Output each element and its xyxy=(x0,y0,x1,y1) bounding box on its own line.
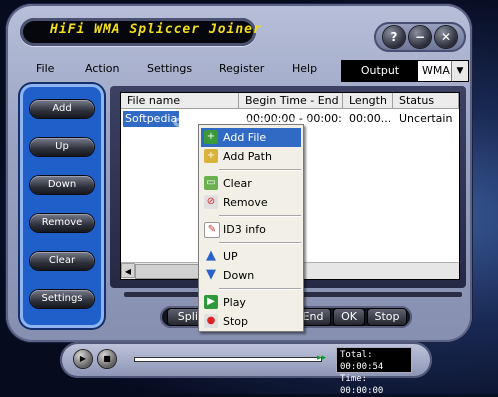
menu-item-label: UP xyxy=(223,250,238,263)
menu-item-add-path[interactable]: + Add Path xyxy=(201,147,301,166)
menu-file[interactable]: File xyxy=(36,62,54,75)
column-header-length[interactable]: Length xyxy=(343,93,393,109)
menu-item-label: Add Path xyxy=(223,150,272,163)
output-format-select[interactable]: Output Format: WMA ▼ xyxy=(341,60,469,97)
output-format-label: Output Format: xyxy=(342,61,418,97)
down-button[interactable]: Down xyxy=(30,176,94,194)
menu-action[interactable]: Action xyxy=(85,62,119,75)
arrow-down-icon: ▼ xyxy=(206,267,216,282)
time-value: 00:00:00 xyxy=(340,386,384,396)
menu-item-up[interactable]: ▲ UP xyxy=(201,247,301,266)
menu-item-id3-info[interactable]: ✎ ID3 info xyxy=(201,220,301,239)
add-button[interactable]: Add xyxy=(30,100,94,118)
seek-end-icon: ▸▸ xyxy=(317,353,327,363)
cell-file-name: Softpedia xyxy=(123,111,180,127)
total-value: 00:00:54 xyxy=(340,362,384,372)
menu-separator xyxy=(219,288,301,290)
menu-separator xyxy=(219,169,301,171)
menu-help[interactable]: Help xyxy=(292,62,317,75)
column-header-time[interactable]: Begin Time - End xyxy=(239,93,343,109)
menu-separator xyxy=(219,242,301,244)
scroll-left-icon[interactable]: ◀ xyxy=(121,263,135,278)
menu-item-label: Remove xyxy=(223,196,268,209)
help-icon[interactable]: ? xyxy=(383,26,405,48)
context-menu: + Add File + Add Path ▭ Clear ⊘ Remove ✎… xyxy=(198,124,304,332)
menu-item-play[interactable]: ▶ Play xyxy=(201,293,301,312)
menu-item-clear[interactable]: ▭ Clear xyxy=(201,174,301,193)
app-title: HiFi WMA Spliccer Joiner xyxy=(50,22,262,37)
output-format-value: WMA xyxy=(422,64,450,77)
menu-item-remove[interactable]: ⊘ Remove xyxy=(201,193,301,212)
ok-button[interactable]: OK xyxy=(334,309,364,325)
play-icon: ▶ xyxy=(204,295,218,309)
menu-item-add-file[interactable]: + Add File xyxy=(201,128,301,147)
menu-item-label: Play xyxy=(223,296,246,309)
menu-item-label: Add File xyxy=(223,131,267,144)
side-button-panel: Add Up Down Remove Clear Settings xyxy=(20,84,104,328)
cell-length: 00:00... xyxy=(349,112,391,125)
title-bar: HiFi WMA Spliccer Joiner xyxy=(20,18,261,46)
menu-settings[interactable]: Settings xyxy=(147,62,192,75)
remove-icon: ⊘ xyxy=(204,195,218,209)
stop-icon[interactable]: ■ xyxy=(98,350,116,368)
play-icon[interactable]: ▶ xyxy=(74,350,92,368)
arrow-up-icon: ▲ xyxy=(206,248,216,263)
window-controls: ? − ✕ xyxy=(374,22,466,52)
stop-button[interactable]: Stop xyxy=(368,309,406,325)
minimize-icon[interactable]: − xyxy=(409,26,431,48)
time-display: Total: 00:00:54 Time: 00:00:00 xyxy=(336,347,412,396)
menu-item-stop[interactable]: ● Stop xyxy=(201,312,301,331)
total-time-row: Total: 00:00:54 xyxy=(340,349,408,373)
total-label: Total: xyxy=(340,350,373,360)
menu-item-label: Clear xyxy=(223,177,252,190)
menu-item-label: ID3 info xyxy=(223,223,266,236)
menu-register[interactable]: Register xyxy=(219,62,264,75)
close-icon[interactable]: ✕ xyxy=(435,26,457,48)
current-time-row: Time: 00:00:00 xyxy=(340,373,408,397)
player-bar: ▶ ■ ▸▸ Total: 00:00:54 Time: 00:00:00 xyxy=(60,342,432,396)
clear-icon: ▭ xyxy=(204,176,218,190)
menu-item-label: Stop xyxy=(223,315,249,328)
add-path-icon: + xyxy=(204,149,218,163)
menu-separator xyxy=(219,215,301,217)
column-header-file-name[interactable]: File name xyxy=(121,93,239,109)
settings-button[interactable]: Settings xyxy=(30,290,94,308)
menu-item-down[interactable]: ▼ Down xyxy=(201,266,301,285)
chevron-down-icon[interactable]: ▼ xyxy=(451,61,468,81)
cell-status: Uncertain xyxy=(399,112,453,125)
stop-icon: ● xyxy=(204,314,218,328)
menu-item-label: Down xyxy=(223,269,255,282)
id3-info-icon: ✎ xyxy=(204,222,220,238)
clear-button[interactable]: Clear xyxy=(30,252,94,270)
remove-button[interactable]: Remove xyxy=(30,214,94,232)
up-button[interactable]: Up xyxy=(30,138,94,156)
add-file-icon: + xyxy=(204,130,218,144)
column-header-status[interactable]: Status xyxy=(393,93,459,109)
time-label: Time: xyxy=(340,374,368,384)
seek-bar[interactable] xyxy=(134,357,322,362)
